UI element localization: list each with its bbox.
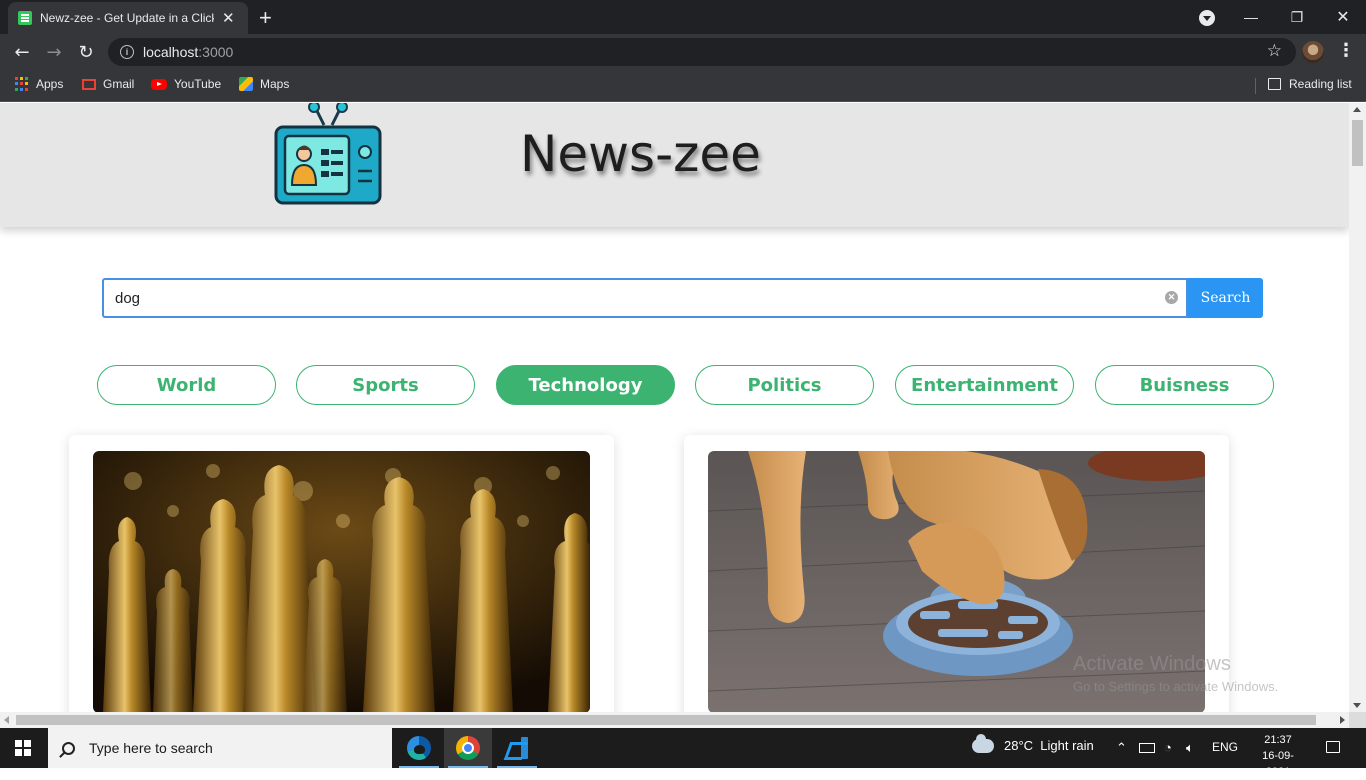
search-icon [62, 741, 75, 755]
windows-start-icon[interactable] [15, 740, 31, 756]
vscode-icon [506, 737, 528, 759]
vertical-scroll-thumb[interactable] [1352, 120, 1363, 166]
site-favicon-icon [18, 11, 32, 25]
watermark-subtitle: Go to Settings to activate Windows. [1073, 679, 1279, 694]
clock-time: 21:37 [1264, 734, 1292, 746]
category-world[interactable]: World [97, 365, 276, 405]
back-arrow-icon[interactable]: ← [10, 40, 34, 64]
taskbar-edge[interactable] [395, 728, 443, 768]
site-info-icon[interactable]: i [120, 45, 134, 59]
browser-toolbar: ← → ↻ i localhost:3000 ☆ ⋮ [0, 34, 1366, 70]
bookmark-label: Gmail [103, 77, 135, 91]
chevron-up-icon[interactable]: ⌃ [1116, 740, 1127, 756]
search-input[interactable] [102, 278, 1188, 318]
activate-windows-watermark: Activate Windows Go to Settings to activ… [1073, 653, 1278, 694]
category-buisness[interactable]: Buisness [1095, 365, 1274, 405]
windows-taskbar: Type here to search 28°C Light rain ⌃ ◔ … [0, 728, 1366, 778]
news-card[interactable] [69, 435, 614, 712]
bookmark-star-icon[interactable]: ☆ [1267, 41, 1282, 61]
category-politics[interactable]: Politics [695, 365, 874, 405]
url-host: localhost [143, 44, 199, 60]
browser-menu-icon[interactable]: ⋮ [1337, 40, 1355, 61]
weather-text: Light rain [1040, 738, 1094, 753]
speaker-icon[interactable]: 🔈︎ [1186, 740, 1194, 756]
new-tab-button[interactable]: + [259, 5, 272, 31]
bookmark-label: YouTube [174, 77, 222, 91]
search-button[interactable]: Search [1188, 278, 1263, 318]
taskbar-vscode[interactable] [493, 728, 541, 768]
browser-tabstrip: Newz-zee - Get Update in a Click ✕ + — ❐… [0, 0, 1366, 34]
reading-list-icon [1268, 78, 1281, 90]
bookmarks-bar: Apps Gmail YouTube Maps Reading list [0, 70, 1366, 102]
bookmark-gmail[interactable]: Gmail [82, 77, 134, 91]
page-viewport: News-zee ✕ Search World Sports Technolog… [0, 103, 1349, 712]
clear-search-icon[interactable]: ✕ [1165, 291, 1178, 304]
restore-button[interactable]: ❐ [1274, 0, 1320, 34]
clock-date: 16-09-2021 [1262, 750, 1294, 778]
bookmark-youtube[interactable]: YouTube [151, 77, 221, 91]
close-tab-icon[interactable]: ✕ [222, 9, 235, 27]
site-header: News-zee [0, 103, 1349, 227]
tab-title: Newz-zee - Get Update in a Click [40, 11, 214, 25]
golden-award-statuettes-photo [93, 451, 590, 712]
tab-search-icon[interactable] [1199, 10, 1215, 26]
category-sports[interactable]: Sports [296, 365, 475, 405]
edge-browser-icon [407, 736, 431, 760]
weather-temp: 28°C [1004, 738, 1034, 753]
scroll-right-arrow-icon[interactable] [1340, 716, 1345, 724]
rain-cloud-icon [972, 733, 994, 753]
address-bar[interactable]: i localhost:3000 ☆ [108, 38, 1296, 66]
apps-grid-icon [15, 77, 29, 91]
close-window-button[interactable]: ✕ [1320, 0, 1366, 34]
search-bar: ✕ Search [102, 278, 1263, 318]
scroll-up-arrow-icon[interactable] [1353, 107, 1361, 112]
url-port: :3000 [198, 44, 234, 60]
taskbar-chrome[interactable] [444, 728, 492, 768]
scroll-down-arrow-icon[interactable] [1353, 703, 1361, 708]
notification-center-icon[interactable] [1326, 741, 1340, 753]
category-entertainment[interactable]: Entertainment [895, 365, 1074, 405]
bookmarks-divider [1255, 78, 1256, 94]
reading-list-label: Reading list [1289, 77, 1352, 91]
category-technology[interactable]: Technology [496, 365, 675, 405]
vertical-scrollbar[interactable] [1349, 103, 1366, 712]
tv-news-anchor-icon [274, 103, 382, 205]
scrollbar-corner [1349, 712, 1366, 728]
profile-avatar[interactable] [1302, 41, 1324, 63]
browser-tab-active[interactable]: Newz-zee - Get Update in a Click ✕ [8, 2, 248, 34]
wifi-icon[interactable]: ◔ [1164, 740, 1172, 755]
bookmark-maps[interactable]: Maps [239, 77, 289, 91]
reading-list-button[interactable]: Reading list [1268, 77, 1352, 91]
taskbar-search-box[interactable]: Type here to search [48, 728, 392, 768]
maps-icon [239, 77, 253, 91]
scroll-left-arrow-icon[interactable] [4, 716, 9, 724]
horizontal-scrollbar[interactable] [0, 712, 1349, 728]
battery-icon[interactable] [1139, 743, 1155, 753]
horizontal-scroll-thumb[interactable] [16, 715, 1316, 725]
watermark-title: Activate Windows [1073, 653, 1231, 675]
bookmark-apps[interactable]: Apps [15, 77, 63, 91]
minimize-button[interactable]: — [1228, 0, 1274, 34]
bookmark-label: Apps [36, 77, 64, 91]
reload-icon[interactable]: ↻ [74, 40, 98, 64]
bookmark-label: Maps [260, 77, 290, 91]
system-clock[interactable]: 21:37 16-09-2021 [1250, 732, 1306, 780]
language-indicator[interactable]: ENG [1212, 740, 1238, 754]
youtube-icon [151, 78, 167, 90]
taskbar-search-placeholder: Type here to search [89, 740, 213, 756]
site-title: News-zee [520, 125, 761, 183]
chrome-browser-icon [456, 736, 480, 760]
weather-widget[interactable]: 28°C Light rain [972, 733, 1094, 753]
gmail-icon [82, 78, 96, 90]
forward-arrow-icon[interactable]: → [42, 40, 66, 64]
